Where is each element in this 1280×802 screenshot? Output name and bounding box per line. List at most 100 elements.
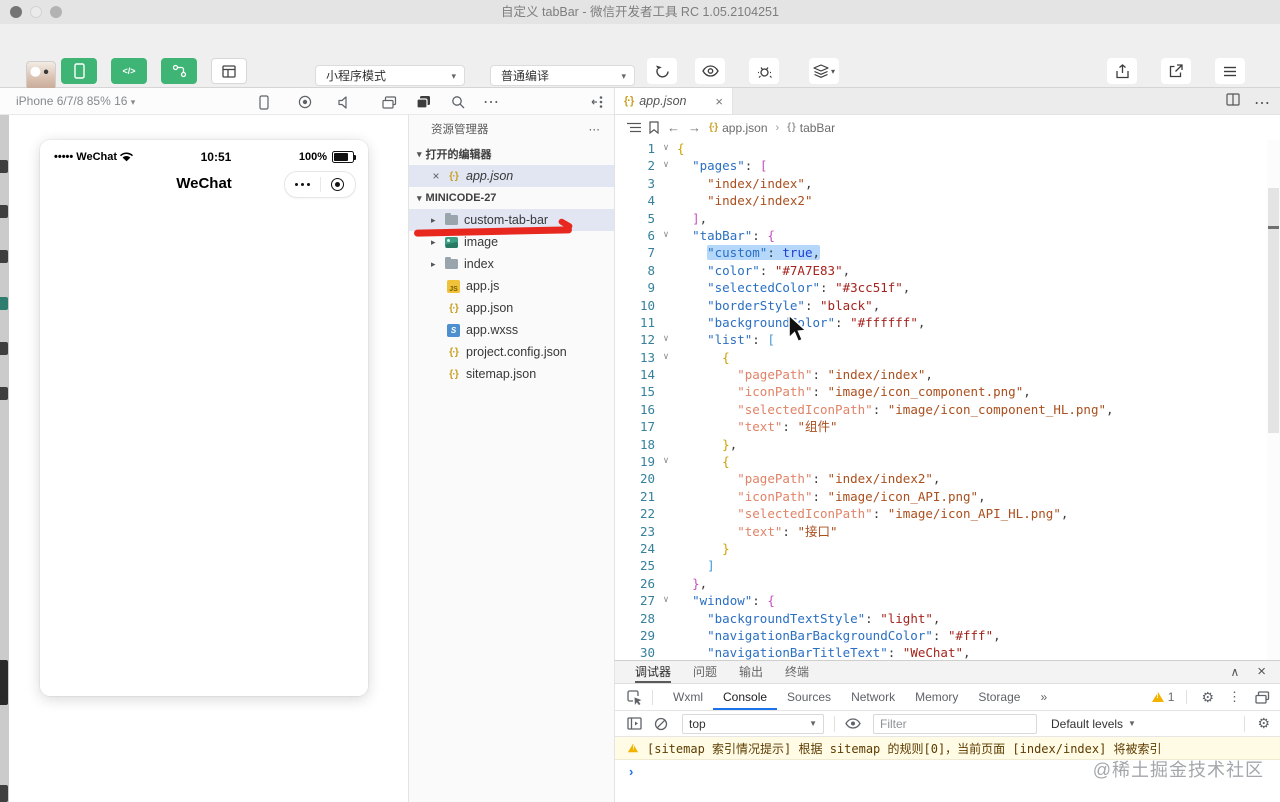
breadcrumb-file[interactable]: {·} app.json xyxy=(709,121,768,135)
devtools-tab-Storage[interactable]: Storage xyxy=(968,684,1030,710)
mute-icon[interactable] xyxy=(336,94,352,110)
debugger-tab-row: 调试器 问题 输出 终端 ∧ × xyxy=(615,661,1280,684)
split-editor-icon[interactable] xyxy=(1226,93,1240,113)
tree-item-app.json[interactable]: × {·} app.json xyxy=(409,165,614,187)
code-editor: {·} app.json × ⋯ ← → {·} app.json › {} … xyxy=(614,88,1280,660)
tree-section-header[interactable]: ▾ 打开的编辑器 xyxy=(409,143,614,165)
code-line: 18 }, xyxy=(639,436,738,452)
code-area[interactable]: 1 ∨ { 2 ∨ "pages": [ 3 "index/index", 4 … xyxy=(615,140,1267,660)
devtools-tab-Wxml[interactable]: Wxml xyxy=(663,684,713,710)
details-icon xyxy=(1223,66,1237,77)
kebab-menu-icon[interactable]: ⋮ xyxy=(1228,689,1241,705)
collapse-panel-icon[interactable] xyxy=(590,94,606,110)
devtools-tab-Network[interactable]: Network xyxy=(841,684,905,710)
tree-item-app.json[interactable]: {·} app.json xyxy=(409,297,614,319)
device-frame-icon[interactable] xyxy=(256,94,272,110)
gutter xyxy=(655,470,677,487)
editor-scrollbar[interactable] xyxy=(1267,140,1280,660)
bookmark-icon[interactable] xyxy=(649,121,659,134)
close-icon[interactable]: × xyxy=(1257,661,1266,683)
windows-icon[interactable] xyxy=(381,94,397,110)
main-toolbar: 模拟器 </> 编辑器 调试器 可视化 小程序模式 ▾ 普通编译 ▾ 编译 预览… xyxy=(0,24,1280,103)
gutter xyxy=(655,366,677,383)
user-avatar[interactable] xyxy=(26,61,56,91)
tree-item-app.wxss[interactable]: Sapp.wxss xyxy=(409,319,614,341)
code-line: 27 ∨ "window": { xyxy=(639,592,775,609)
fold-icon[interactable]: ∨ xyxy=(655,592,677,609)
tree-item-project.config.json[interactable]: {·} project.config.json xyxy=(409,341,614,363)
tree-item-app.js[interactable]: JS app.js xyxy=(409,275,614,297)
inspect-element-icon[interactable] xyxy=(627,689,653,705)
code-line: 24 } xyxy=(639,540,730,556)
devtools-tab-»[interactable]: » xyxy=(1030,684,1057,710)
fold-icon[interactable]: ∨ xyxy=(655,140,677,157)
close-tab-icon[interactable]: × xyxy=(715,94,723,109)
devtools-tab-Memory[interactable]: Memory xyxy=(905,684,968,710)
phone-mockup[interactable]: ••••• WeChat 10:51 100% WeChat xyxy=(40,140,368,696)
chevron-right-icon: ▸ xyxy=(431,236,436,247)
collapse-icon[interactable]: ∧ xyxy=(1230,661,1239,683)
warning-badge[interactable]: 1 xyxy=(1151,690,1188,704)
device-selector[interactable]: iPhone 6/7/8 85% 16 ▾ xyxy=(16,88,135,115)
warning-icon xyxy=(627,743,639,753)
mouse-cursor xyxy=(788,314,808,343)
file-tree: ▾ 打开的编辑器 × {·} app.json ▾ MINICODE-27 ▸ custom-t… xyxy=(409,143,614,385)
tree-section-header[interactable]: ▾ MINICODE-27 xyxy=(409,187,614,209)
search-icon[interactable] xyxy=(450,94,466,110)
tab-app-json[interactable]: {·} app.json × xyxy=(615,88,733,114)
eye-icon[interactable] xyxy=(845,718,861,729)
zoom-window-button[interactable] xyxy=(50,6,62,18)
clock-label: 10:51 xyxy=(200,150,232,164)
panel-tab-调试器[interactable]: 调试器 xyxy=(635,661,672,683)
record-icon[interactable] xyxy=(297,94,313,110)
gutter xyxy=(655,401,677,418)
tree-item-sitemap.json[interactable]: {·} sitemap.json xyxy=(409,363,614,385)
devtools-tab-Sources[interactable]: Sources xyxy=(777,684,841,710)
console-settings-icon[interactable]: ⚙ xyxy=(1257,715,1270,732)
close-window-button[interactable] xyxy=(10,6,22,18)
gutter xyxy=(655,297,677,314)
minimize-window-button[interactable] xyxy=(30,6,42,18)
panel-tab-输出[interactable]: 输出 xyxy=(739,661,763,683)
fold-icon[interactable]: ∨ xyxy=(655,331,677,348)
outline-icon[interactable] xyxy=(627,122,641,133)
context-dropdown[interactable]: top ▼ xyxy=(682,713,824,734)
popout-icon[interactable] xyxy=(1255,690,1270,704)
breadcrumb-symbol[interactable]: { } tabBar xyxy=(787,121,835,135)
fold-icon[interactable]: ∨ xyxy=(655,453,677,470)
compile-mode-value: 普通编译 xyxy=(501,69,550,83)
forward-icon[interactable]: → xyxy=(688,120,701,135)
fold-icon[interactable]: ∨ xyxy=(655,227,677,244)
battery-percent: 100% xyxy=(298,151,327,163)
code-line: 4 "index/index2" xyxy=(647,193,813,209)
code-line: 20 "pagePath": "index/index2", xyxy=(639,470,941,487)
settings-gear-icon[interactable]: ⚙ xyxy=(1201,689,1214,706)
chevron-down-icon: ▾ xyxy=(621,71,626,81)
simulator-panel: ••••• WeChat 10:51 100% WeChat xyxy=(9,115,408,802)
more-dots-icon xyxy=(294,182,310,187)
clear-console-icon[interactable] xyxy=(654,717,668,731)
more-icon[interactable]: ⋯ xyxy=(589,117,601,143)
console-sidebar-icon[interactable] xyxy=(627,717,642,730)
filter-input[interactable] xyxy=(873,713,1037,734)
copy-window-icon[interactable] xyxy=(415,94,431,110)
scrollbar-thumb[interactable] xyxy=(1268,188,1279,433)
fold-icon[interactable]: ∨ xyxy=(655,157,677,174)
tree-item-index[interactable]: ▸ index xyxy=(409,253,614,275)
capsule-home-button[interactable] xyxy=(321,172,356,197)
chevron-down-icon: ▾ xyxy=(451,71,456,81)
back-icon[interactable]: ← xyxy=(667,120,680,135)
gutter xyxy=(655,644,677,660)
gutter xyxy=(655,210,677,227)
capsule-more-button[interactable] xyxy=(285,172,320,197)
log-levels-dropdown[interactable]: Default levels ▼ xyxy=(1051,717,1136,731)
more-icon[interactable]: ⋯ xyxy=(483,94,499,111)
close-icon[interactable]: × xyxy=(431,169,441,183)
panel-tab-终端[interactable]: 终端 xyxy=(785,661,809,683)
compile-mode-dropdown[interactable]: 普通编译 ▾ xyxy=(490,65,635,86)
fold-icon[interactable]: ∨ xyxy=(655,349,677,366)
devtools-tab-Console[interactable]: Console xyxy=(713,684,778,710)
panel-tab-问题[interactable]: 问题 xyxy=(693,661,717,683)
more-icon[interactable]: ⋯ xyxy=(1254,93,1270,113)
program-mode-dropdown[interactable]: 小程序模式 ▾ xyxy=(315,65,465,86)
